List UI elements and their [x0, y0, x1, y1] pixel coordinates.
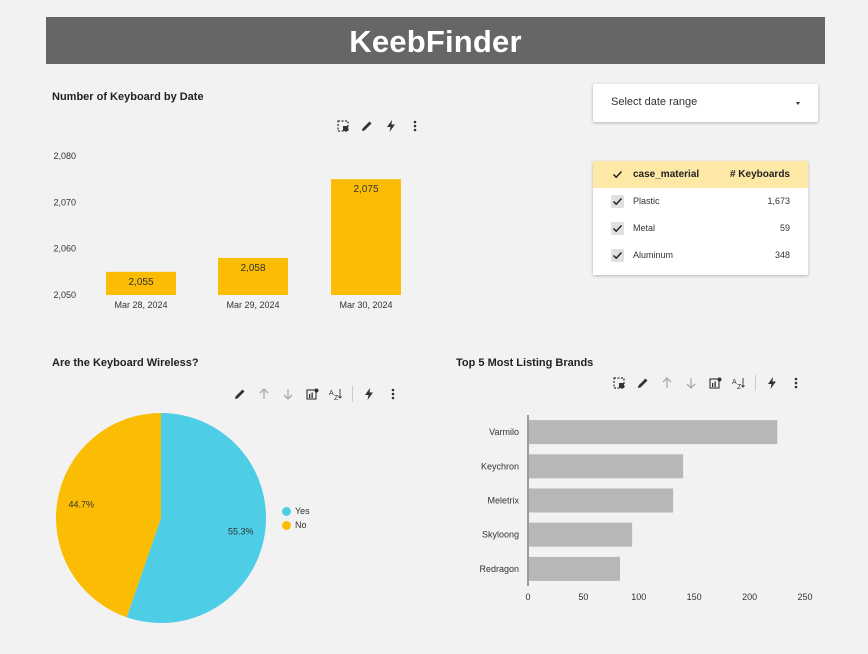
row-checkbox[interactable]	[611, 249, 624, 262]
toolbar-divider	[352, 386, 353, 402]
chart-settings-icon[interactable]	[300, 385, 324, 403]
y-tick-label: Varmilo	[489, 427, 519, 437]
more-vert-icon[interactable]	[381, 385, 405, 403]
x-tick-label: Mar 29, 2024	[226, 300, 279, 310]
x-tick-label: 150	[687, 592, 702, 602]
date-chart-toolbar	[331, 117, 427, 135]
table-row[interactable]: Metal 59	[593, 215, 808, 242]
brands-bar-chart: Varmilo Keychron Meletrix Skyloong Redragon 0…	[479, 415, 813, 602]
x-tick-label: 250	[797, 592, 812, 602]
legend-item-no[interactable]: No	[282, 518, 310, 532]
y-tick-label: Skyloong	[482, 530, 519, 540]
row-checkbox[interactable]	[611, 195, 624, 208]
more-vert-icon[interactable]	[784, 374, 808, 392]
y-tick-label: 2,070	[53, 197, 76, 207]
bar	[529, 522, 633, 547]
sort-az-icon[interactable]: AZ	[324, 385, 348, 403]
pencil-icon[interactable]	[355, 117, 379, 135]
column-header-material[interactable]: case_material	[633, 169, 699, 180]
x-tick-label: 0	[525, 592, 530, 602]
material-cell: Metal	[633, 223, 656, 233]
wireless-pie-chart: 55.3% 44.7%	[55, 413, 266, 623]
count-cell: 1,673	[767, 196, 790, 206]
more-vert-icon[interactable]	[403, 117, 427, 135]
data-label: 2,055	[128, 277, 153, 288]
table-header-row: case_material # Keyboards	[593, 161, 808, 188]
lightning-icon[interactable]	[357, 385, 381, 403]
arrow-down-icon[interactable]	[679, 374, 703, 392]
case-material-table: case_material # Keyboards Plastic 1,673 …	[593, 161, 808, 275]
data-label: 2,075	[353, 184, 378, 195]
x-tick-label: Mar 28, 2024	[114, 300, 167, 310]
legend-item-yes[interactable]: Yes	[282, 504, 310, 518]
select-all-checkbox[interactable]	[611, 168, 624, 181]
date-range-label: Select date range	[611, 96, 698, 108]
svg-text:Z: Z	[334, 395, 339, 400]
bar	[529, 454, 684, 479]
count-cell: 59	[779, 223, 790, 233]
bar	[529, 488, 674, 513]
x-tick-label: 100	[631, 592, 646, 602]
material-cell: Aluminum	[633, 250, 674, 260]
pencil-icon[interactable]	[631, 374, 655, 392]
chevron-down-icon	[796, 102, 800, 105]
y-tick-label: Keychron	[481, 461, 519, 471]
y-tick-label: Redragon	[479, 564, 519, 574]
arrow-down-icon[interactable]	[276, 385, 300, 403]
select-icon[interactable]	[607, 374, 631, 392]
brands-chart-toolbar: AZ	[607, 374, 808, 392]
chart-settings-icon[interactable]	[703, 374, 727, 392]
legend-swatch	[282, 521, 291, 531]
toolbar-divider	[755, 375, 756, 391]
select-icon[interactable]	[331, 117, 355, 135]
svg-text:Z: Z	[737, 384, 742, 389]
arrow-up-icon[interactable]	[655, 374, 679, 392]
legend-label: No	[295, 520, 307, 530]
sort-az-icon[interactable]: AZ	[727, 374, 751, 392]
count-cell: 348	[774, 250, 790, 260]
x-tick-label: Mar 30, 2024	[339, 300, 392, 310]
y-tick-label: 2,050	[53, 290, 76, 300]
x-tick-label: 50	[578, 592, 588, 602]
app-title: KeebFinder	[349, 24, 522, 59]
y-tick-label: 2,060	[53, 244, 76, 254]
column-header-count[interactable]: # Keyboards	[730, 169, 790, 180]
date-bar-chart: 2,050 2,060 2,070 2,080 2,055 Mar 28, 2024 2,0…	[53, 151, 401, 310]
table-row[interactable]: Aluminum 348	[593, 242, 808, 269]
slice-label: 55.3%	[228, 526, 254, 536]
legend-swatch	[282, 507, 291, 517]
bar	[331, 179, 401, 295]
lightning-icon[interactable]	[760, 374, 784, 392]
brands-chart-title: Top 5 Most Listing Brands	[456, 357, 594, 369]
date-range-select[interactable]: Select date range	[593, 84, 818, 122]
pencil-icon[interactable]	[228, 385, 252, 403]
material-cell: Plastic	[633, 196, 660, 206]
bar	[529, 420, 778, 445]
legend-label: Yes	[295, 506, 310, 516]
app-header: KeebFinder	[46, 17, 825, 64]
y-tick-label: 2,080	[53, 151, 76, 161]
arrow-up-icon[interactable]	[252, 385, 276, 403]
y-tick-label: Meletrix	[487, 496, 519, 506]
lightning-icon[interactable]	[379, 117, 403, 135]
bar	[529, 556, 620, 581]
slice-label: 44.7%	[69, 500, 95, 510]
pie-chart-title: Are the Keyboard Wireless?	[52, 357, 199, 369]
table-row[interactable]: Plastic 1,673	[593, 188, 808, 215]
pie-chart-toolbar: AZ	[228, 385, 405, 403]
date-chart-title: Number of Keyboard by Date	[52, 91, 204, 103]
data-label: 2,058	[240, 263, 265, 274]
row-checkbox[interactable]	[611, 222, 624, 235]
x-tick-label: 200	[742, 592, 757, 602]
pie-legend: Yes No	[282, 504, 310, 532]
